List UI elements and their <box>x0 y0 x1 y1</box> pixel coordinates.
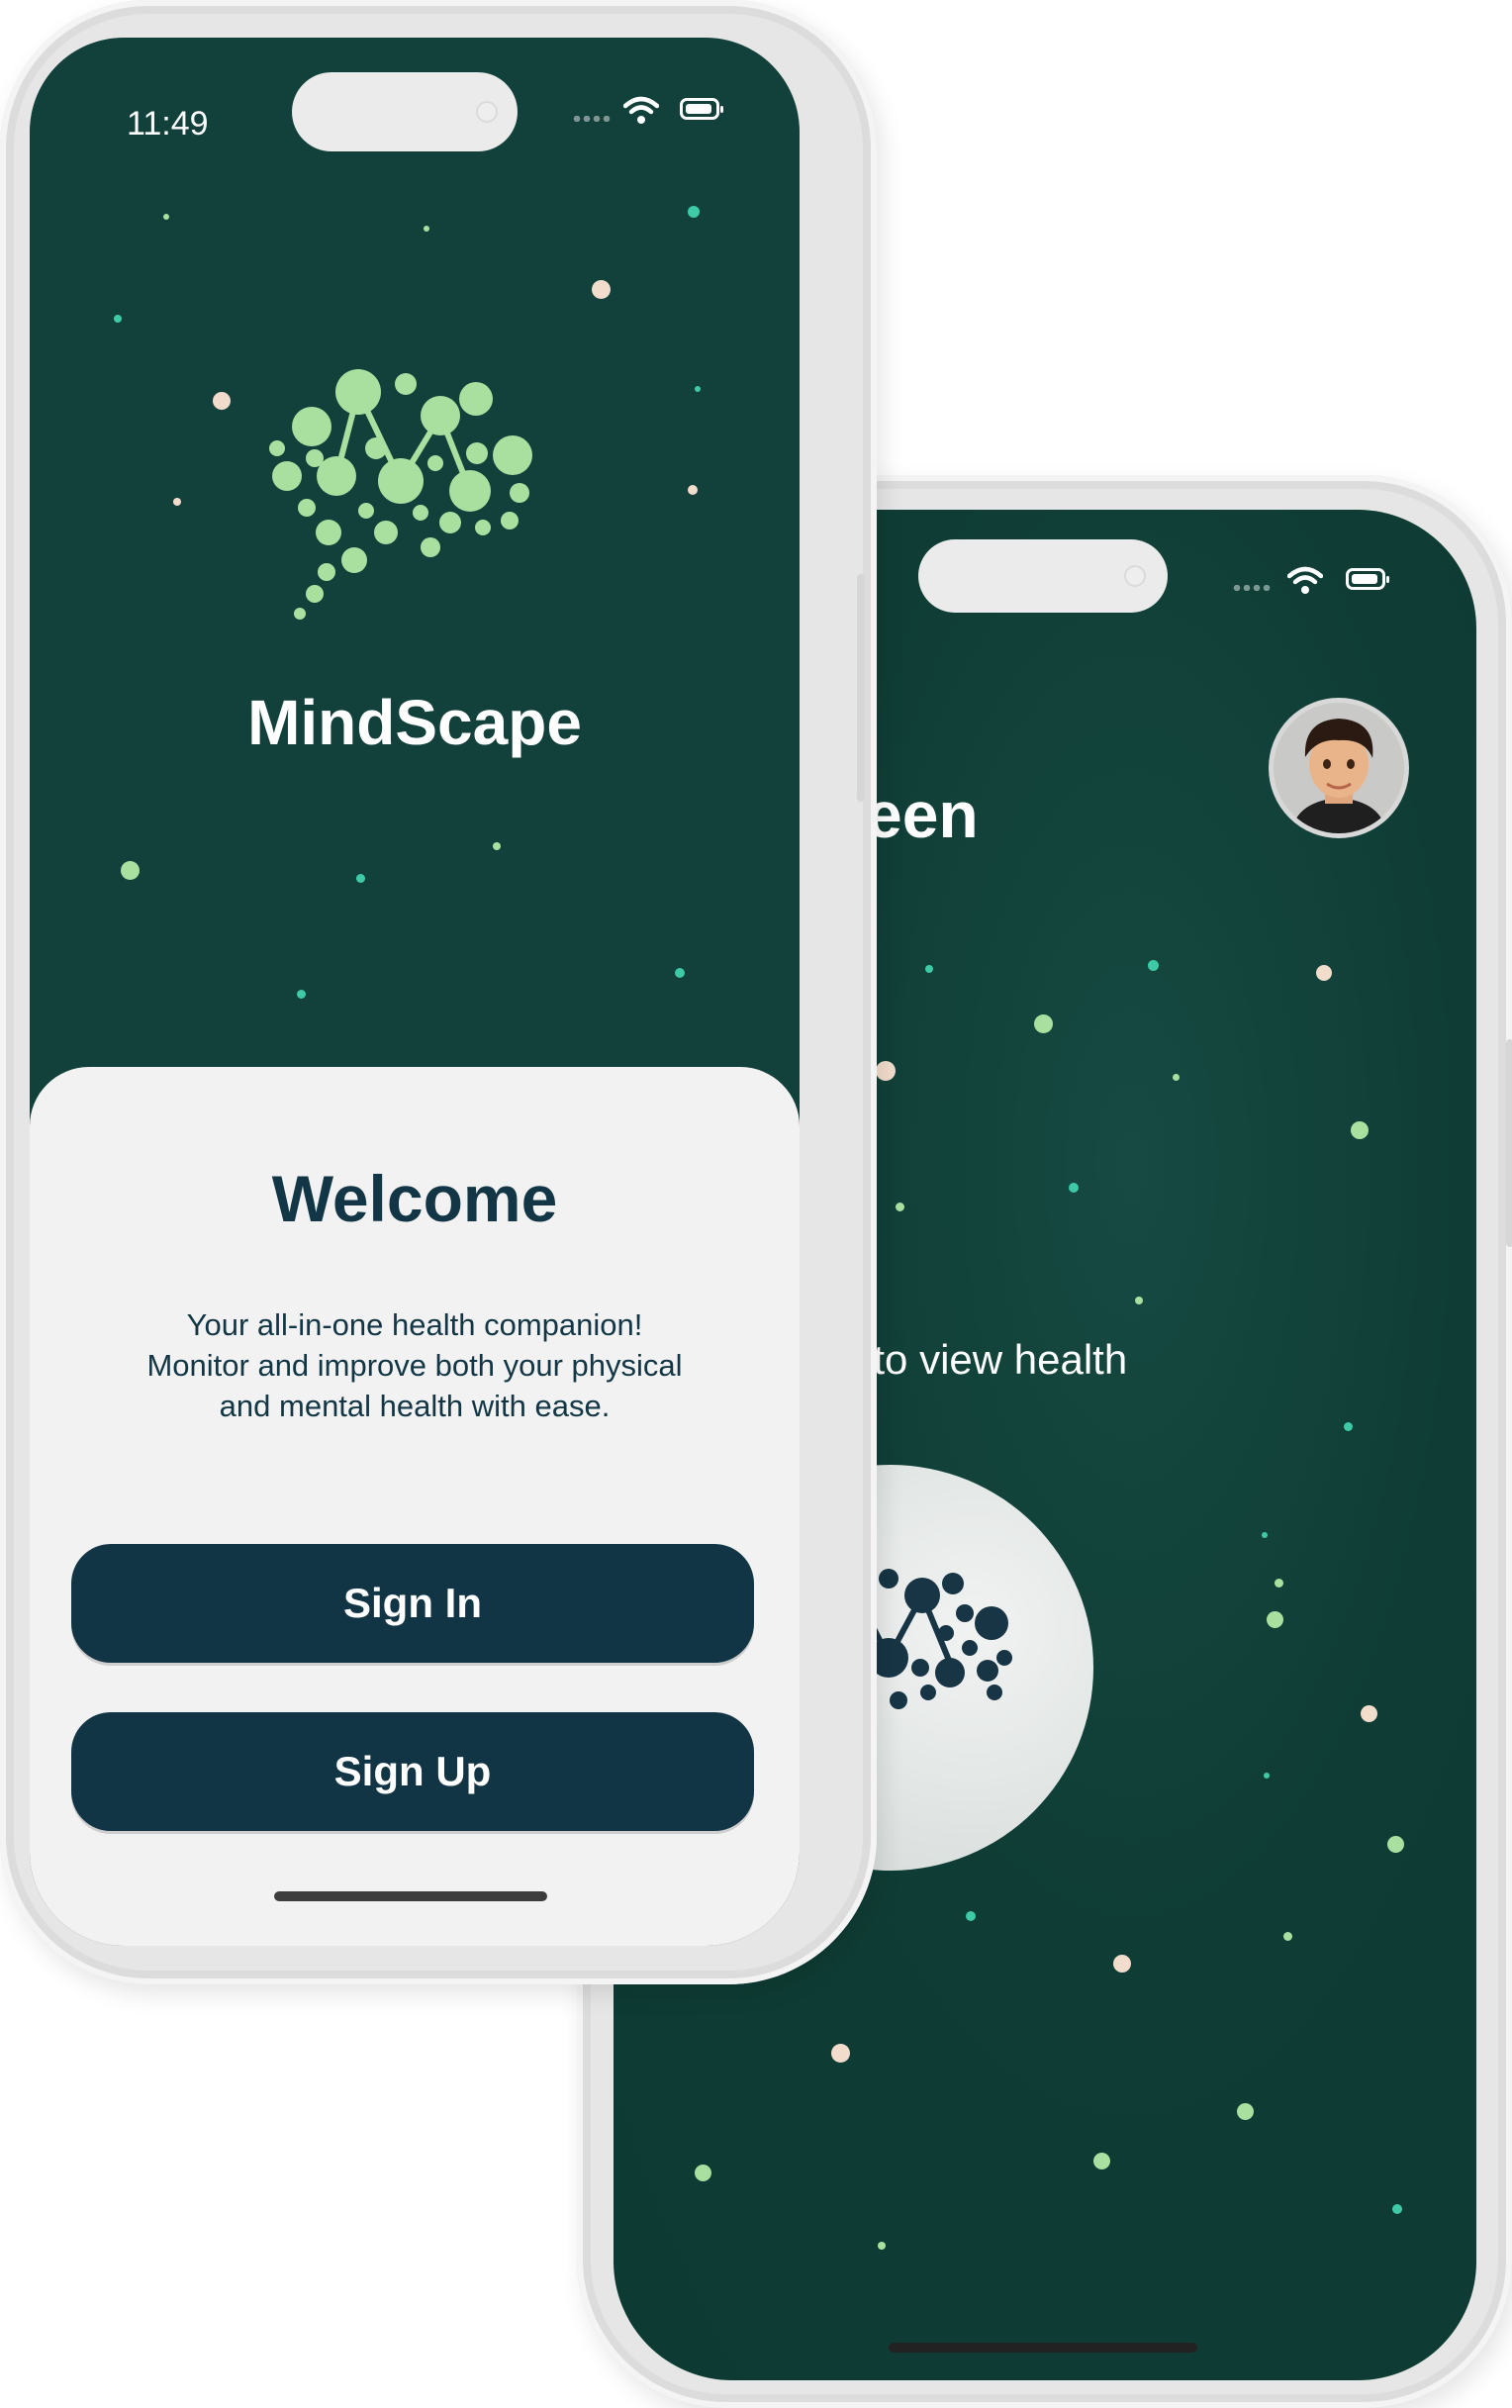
status-time: 11:49 <box>127 105 209 143</box>
battery-icon <box>1346 568 1389 590</box>
front-phone-side-button <box>857 574 865 802</box>
welcome-screen: 11:49 MindScape Welcome Your all-in-one … <box>30 38 800 1946</box>
welcome-sheet: Welcome Your all-in-one health companion… <box>30 1067 800 1946</box>
app-name: MindScape <box>247 687 582 758</box>
home-indicator <box>274 1891 547 1901</box>
signal-dots-icon <box>572 116 612 122</box>
brain-network-logo-icon <box>269 369 532 620</box>
home-indicator <box>889 2343 1197 2353</box>
dynamic-island <box>292 72 518 151</box>
welcome-title: Welcome <box>271 1162 558 1235</box>
description-line: and mental health with ease. <box>219 1389 611 1423</box>
dynamic-island <box>918 539 1168 613</box>
camera-icon <box>1124 565 1146 587</box>
avatar-image <box>1274 703 1404 833</box>
back-phone-side-button <box>1506 1039 1512 1247</box>
signal-dots-icon <box>1232 585 1272 591</box>
description-line: Your all-in-one health companion! <box>186 1307 643 1342</box>
sign-in-button[interactable]: Sign In <box>71 1544 754 1663</box>
user-avatar[interactable] <box>1269 698 1409 838</box>
welcome-description: Your all-in-one health companion! Monito… <box>30 1304 800 1426</box>
camera-icon <box>476 101 498 123</box>
wifi-icon <box>1287 566 1323 594</box>
battery-icon <box>680 98 723 120</box>
description-line: Monitor and improve both your physical <box>146 1348 683 1383</box>
sign-up-button[interactable]: Sign Up <box>71 1712 754 1831</box>
wifi-icon <box>623 96 659 124</box>
